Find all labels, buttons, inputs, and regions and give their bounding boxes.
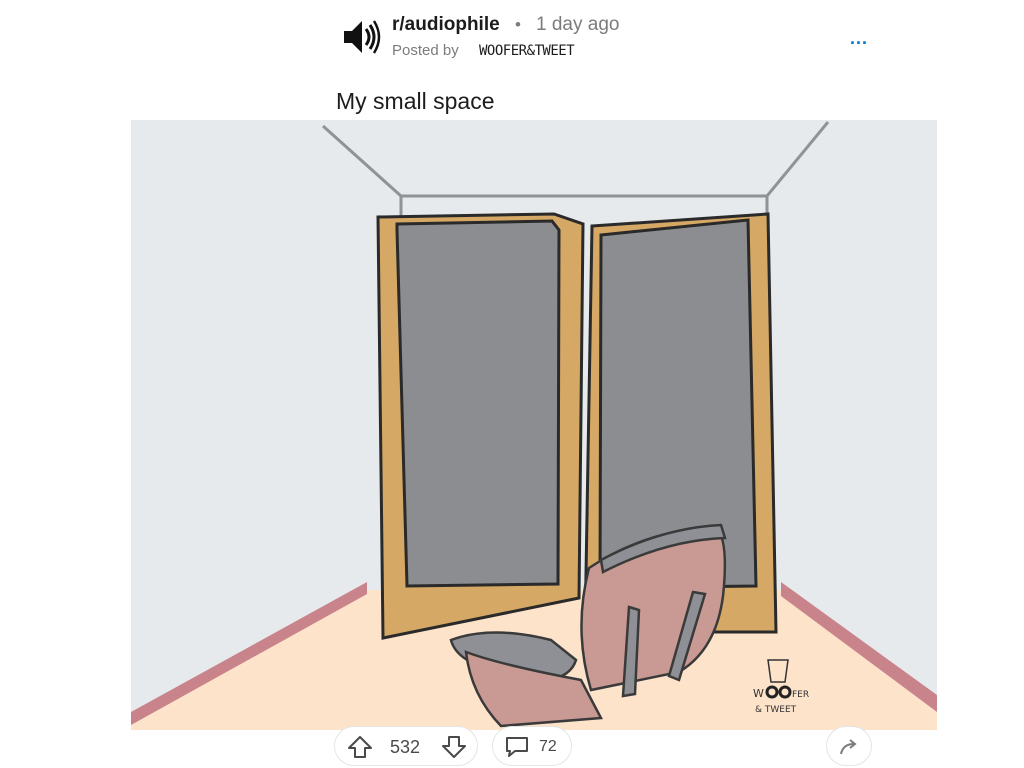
share-arrow-icon xyxy=(840,739,857,755)
upvote-arrow-icon[interactable] xyxy=(347,735,373,759)
posted-by-label: Posted by xyxy=(392,42,459,59)
author-link[interactable]: WOOFER&TWEET xyxy=(479,43,575,59)
speaker-icon[interactable] xyxy=(336,14,382,60)
comment-bubble-icon xyxy=(506,737,528,757)
share-button[interactable] xyxy=(826,726,872,766)
vote-group: 532 xyxy=(334,726,478,766)
comment-count: 72 xyxy=(539,738,557,755)
downvote-arrow-icon[interactable] xyxy=(441,735,467,759)
comments-button[interactable]: 72 xyxy=(492,726,572,766)
subreddit-link[interactable]: r/audiophile xyxy=(392,14,500,36)
svg-text:FER: FER xyxy=(792,690,809,700)
meta-separator: • xyxy=(515,15,521,34)
post-title[interactable]: My small space xyxy=(336,88,494,115)
svg-text:& TWEET: & TWEET xyxy=(755,705,797,715)
post-timestamp: 1 day ago xyxy=(536,14,620,35)
post-image[interactable]: W FER & TWEET xyxy=(131,120,937,730)
left-speaker xyxy=(376,212,585,640)
post-header: r/audiophile • 1 day ago Posted by WOOFE… xyxy=(336,10,886,70)
more-options-icon[interactable]: ... xyxy=(850,28,868,49)
vote-count: 532 xyxy=(390,737,421,757)
post-actions-bar: 532 72 xyxy=(0,726,1024,768)
svg-text:W: W xyxy=(753,687,764,700)
